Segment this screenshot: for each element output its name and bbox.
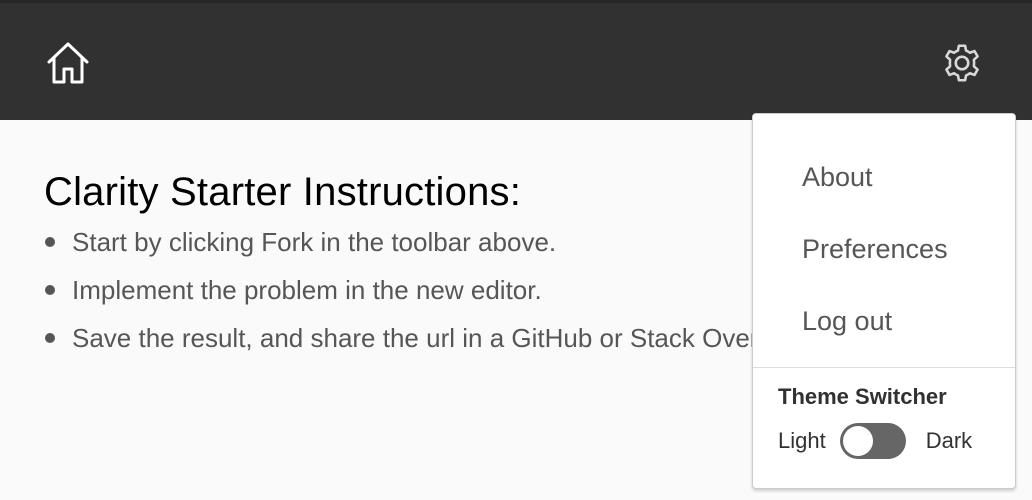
theme-toggle[interactable]: [839, 423, 906, 459]
home-icon: [47, 42, 89, 84]
settings-dropdown-menu: About Preferences Log out Theme Switcher…: [752, 113, 1016, 489]
app-header: [0, 0, 1032, 120]
menu-item-preferences[interactable]: Preferences: [753, 213, 1015, 285]
menu-item-log-out[interactable]: Log out: [753, 285, 1015, 357]
menu-item-about[interactable]: About: [753, 141, 1015, 213]
home-button[interactable]: [44, 39, 92, 87]
gear-icon: [945, 44, 979, 82]
menu-divider: [753, 367, 1015, 368]
theme-dark-label: Dark: [925, 428, 973, 453]
theme-light-label: Light: [778, 428, 826, 453]
theme-switcher-header: Theme Switcher: [778, 384, 947, 409]
theme-switcher-row: Light Dark: [778, 423, 972, 459]
settings-button[interactable]: [938, 39, 986, 87]
toggle-knob: [842, 426, 873, 456]
